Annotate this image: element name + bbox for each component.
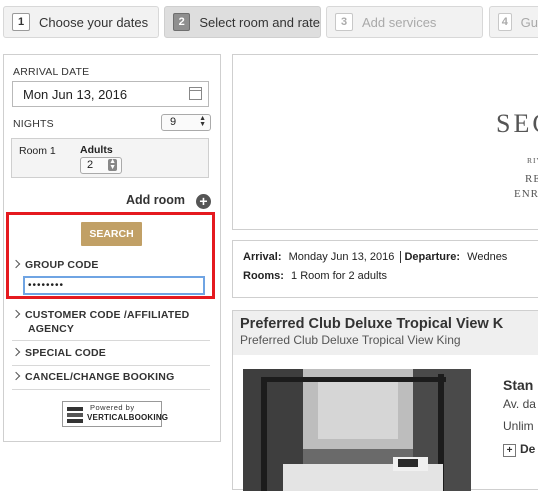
cancel-change-booking-toggle[interactable]: CANCEL/CHANGE BOOKING [11, 371, 175, 383]
step-tab-choose-dates[interactable]: 1 Choose your dates [3, 6, 159, 38]
plus-icon: + [503, 444, 516, 457]
departure-value: Wednes [467, 251, 508, 263]
step-number: 4 [498, 13, 512, 31]
adults-value: 2 [87, 159, 94, 171]
step-number: 1 [12, 13, 30, 31]
search-button[interactable]: SEARCH [81, 222, 142, 246]
verticalbooking-text: VERTICALBOOKING [87, 413, 169, 422]
room-subtitle: Preferred Club Deluxe Tropical View King [240, 333, 461, 347]
room-title[interactable]: Preferred Club Deluxe Tropical View K [240, 316, 503, 332]
hotel-logo-line3: ENR [514, 188, 538, 200]
nights-value: 9 [170, 116, 177, 128]
adults-label: Adults [80, 144, 113, 156]
chevron-right-icon [11, 259, 21, 269]
rooms-label: Rooms: [243, 270, 284, 282]
step-label: Gu [520, 14, 538, 30]
details-label: De [520, 442, 536, 456]
separator [400, 251, 402, 263]
rooms-value: 1 Room for 2 adults [291, 270, 388, 282]
step-number: 3 [335, 13, 353, 31]
booking-summary: Arrival: Monday Jun 13, 2016 Departure: … [232, 240, 538, 298]
departure-label: Departure: [404, 251, 461, 263]
powered-by-text: Powered by [90, 403, 135, 412]
add-room-button[interactable]: Add room [126, 193, 185, 207]
customer-code-toggle[interactable]: CUSTOMER CODE /AFFILIATED AGENCY [11, 308, 190, 336]
hotel-logo-text: SEC [496, 109, 538, 138]
chevron-right-icon [11, 371, 21, 381]
room-photo[interactable] [243, 369, 471, 491]
arrival-departure-line: Arrival: Monday Jun 13, 2016 Departure: … [243, 251, 507, 263]
special-code-label: SPECIAL CODE [25, 347, 106, 359]
chevron-right-icon [11, 347, 21, 357]
room-card-header: Preferred Club Deluxe Tropical View K Pr… [233, 311, 538, 355]
step-tab-guest[interactable]: 4 Gu [489, 6, 538, 38]
rate-line3: Unlim [503, 419, 534, 433]
arrival-label: Arrival: [243, 251, 282, 263]
divider [12, 340, 210, 341]
rate-line2: Av. da [503, 397, 536, 411]
customer-code-label-line2: AGENCY [28, 323, 75, 335]
powered-by-logo[interactable]: Powered by VERTICALBOOKING [62, 401, 168, 427]
step-tab-add-services[interactable]: 3 Add services [326, 6, 483, 38]
rooms-line: Rooms: 1 Room for 2 adults [243, 270, 387, 282]
hotel-logo-line1: RIV [527, 156, 538, 165]
arrival-date-input[interactable]: Mon Jun 13, 2016 [12, 81, 209, 107]
group-code-label: GROUP CODE [25, 259, 99, 271]
select-arrows-icon: ▲ ▼ [108, 158, 117, 171]
nights-select[interactable]: 9 ▲ ▼ [161, 114, 211, 131]
adults-select[interactable]: 2 ▲ ▼ [80, 157, 122, 174]
customer-code-label: CUSTOMER CODE /AFFILIATED [25, 309, 190, 321]
hotel-logo-line2: RE [525, 173, 538, 185]
arrival-date-value: Mon Jun 13, 2016 [23, 87, 128, 102]
step-label: Select room and rate [199, 14, 320, 30]
room-card: Preferred Club Deluxe Tropical View K Pr… [232, 310, 538, 491]
arrival-date-label: ARRIVAL DATE [13, 66, 90, 78]
arrival-value: Monday Jun 13, 2016 [288, 251, 395, 263]
calendar-icon[interactable] [189, 87, 202, 100]
divider [12, 389, 210, 390]
step-tab-select-room[interactable]: 2 Select room and rate [164, 6, 321, 38]
books-icon [67, 407, 83, 423]
special-code-toggle[interactable]: SPECIAL CODE [11, 347, 106, 359]
rate-title: Stan [503, 377, 534, 393]
group-code-input[interactable]: •••••••• [23, 276, 205, 295]
step-label: Choose your dates [39, 14, 149, 30]
nights-label: NIGHTS [13, 118, 54, 130]
add-room-plus-icon[interactable]: + [196, 194, 211, 209]
cancel-change-booking-label: CANCEL/CHANGE BOOKING [25, 371, 175, 383]
select-arrows-icon: ▲ ▼ [199, 115, 206, 128]
divider [12, 365, 210, 366]
chevron-right-icon [11, 309, 21, 319]
details-toggle[interactable]: + De [503, 442, 535, 457]
room-label: Room 1 [19, 145, 56, 157]
step-number: 2 [173, 13, 191, 31]
group-code-toggle[interactable]: GROUP CODE [11, 259, 99, 271]
hotel-logo-box: SEC RIV RE ENR [232, 54, 538, 230]
step-label: Add services [362, 14, 437, 30]
